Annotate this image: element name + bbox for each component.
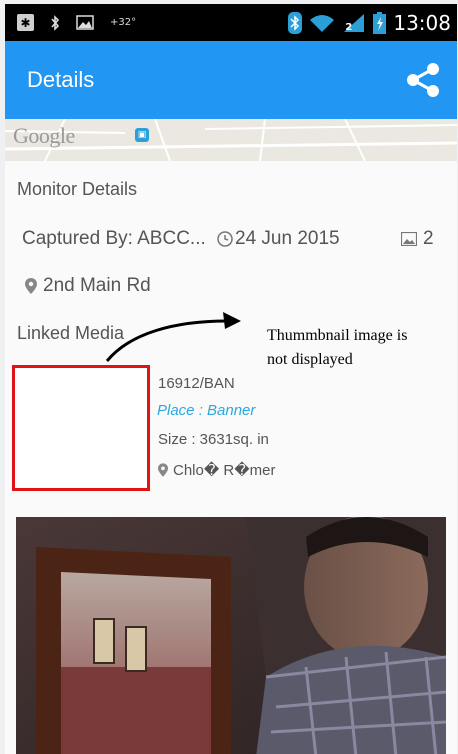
- details-content: Monitor Details Captured By: ABCC... 24 …: [5, 161, 457, 754]
- google-logo: Google: [13, 123, 75, 148]
- annotation-line-2: not displayed: [267, 351, 353, 368]
- phone-screen: ✱ +32° 2 13:08 Details Google ▣ Monitor …: [5, 4, 457, 754]
- capture-date: 24 Jun 2015: [217, 228, 340, 250]
- location-value: 2nd Main Rd: [43, 275, 151, 296]
- image-icon: [401, 232, 417, 246]
- signal-icon: 2: [342, 13, 366, 33]
- page-title: Details: [27, 67, 95, 92]
- image-count-value: 2: [423, 228, 434, 249]
- clock-icon: [217, 231, 233, 247]
- temperature-label: +32°: [110, 17, 137, 28]
- status-bar: ✱ +32° 2 13:08: [5, 4, 457, 41]
- status-bar-left: ✱ +32°: [17, 4, 136, 41]
- share-icon[interactable]: [405, 61, 441, 99]
- media-thumbnail[interactable]: [12, 365, 150, 491]
- image-notification-icon: [76, 15, 94, 30]
- annotation-line-1: Thummbnail image is: [267, 327, 408, 344]
- location-pin-icon: [25, 278, 37, 294]
- map-view[interactable]: Google ▣: [5, 119, 457, 161]
- media-author-row: Chlo� R�mer: [158, 461, 275, 479]
- location-row: 2nd Main Rd: [25, 275, 151, 297]
- clock: 13:08: [393, 10, 451, 35]
- photo-image: [16, 517, 446, 754]
- bluetooth-notification-icon: [51, 14, 60, 31]
- media-id: 16912/BAN: [158, 375, 235, 392]
- image-count[interactable]: 2: [401, 228, 434, 250]
- captured-by-label: Captured By: ABCC...: [22, 228, 206, 249]
- app-bar: Details: [5, 41, 457, 119]
- map-marker-icon[interactable]: ▣: [135, 128, 149, 142]
- captured-photo[interactable]: [16, 517, 446, 754]
- battery-icon: [373, 11, 387, 34]
- wifi-icon: [310, 14, 335, 32]
- capture-date-value: 24 Jun 2015: [235, 228, 340, 249]
- notification-icon: ✱: [17, 14, 34, 31]
- monitor-details-heading: Monitor Details: [17, 179, 138, 199]
- linked-media-heading: Linked Media: [17, 323, 125, 343]
- bluetooth-icon: [288, 11, 303, 34]
- status-bar-right: 2 13:08: [288, 4, 451, 41]
- location-pin-icon: [158, 463, 168, 477]
- network-badge: 2: [345, 21, 353, 33]
- annotation-note: Thummbnail image is not displayed: [267, 324, 457, 372]
- media-size: Size : 3631sq. in: [158, 431, 269, 448]
- media-author: Chlo� R�mer: [173, 462, 276, 479]
- media-place: Place : Banner: [157, 402, 256, 419]
